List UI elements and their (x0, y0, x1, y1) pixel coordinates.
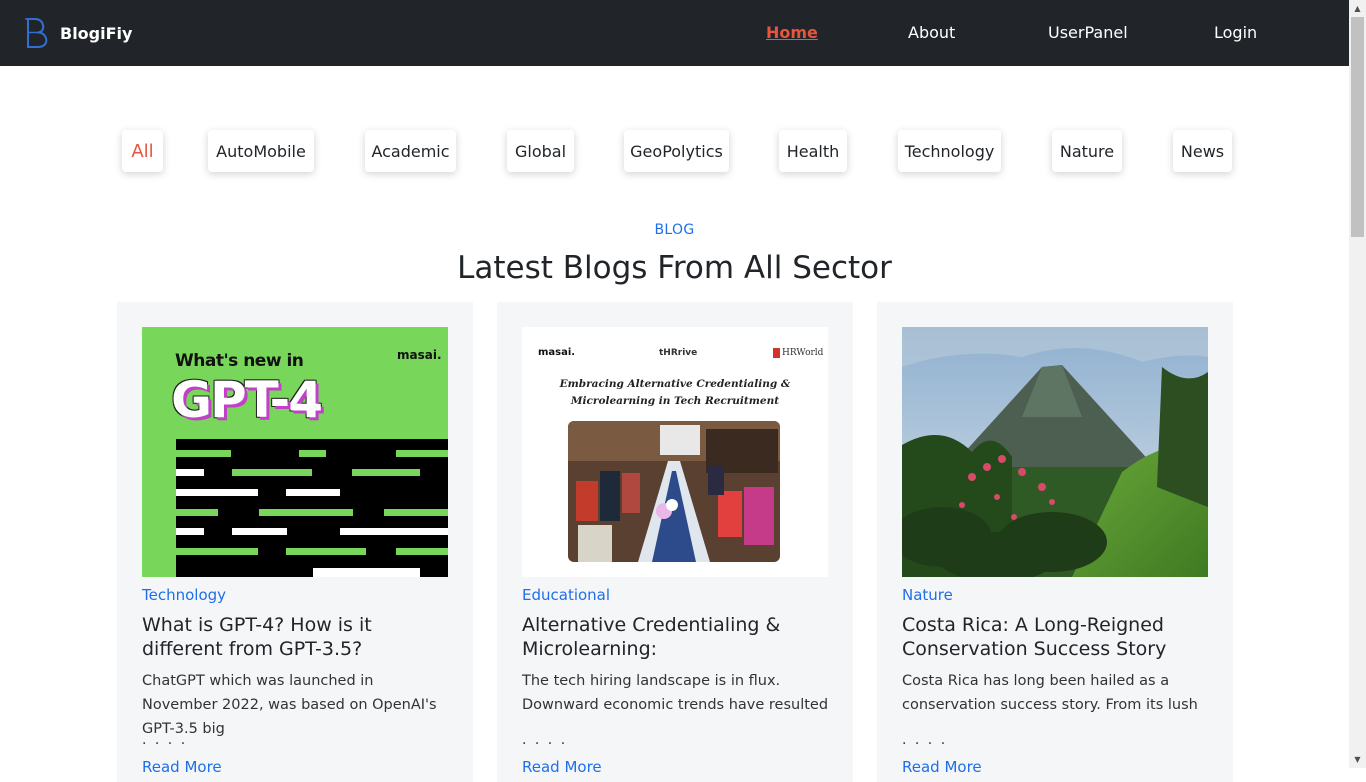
blog-card-ellipsis: . . . . (902, 732, 948, 748)
nav-links: Home About UserPanel Login (0, 0, 1349, 66)
nav-userpanel-link[interactable]: UserPanel (1048, 23, 1128, 42)
image-big-text: GPT-4 (171, 371, 323, 429)
page-scrollbar[interactable]: ▲ ▼ (1349, 0, 1366, 768)
blog-card: Nature Costa Rica: A Long-Reigned Conser… (877, 302, 1233, 782)
image-meeting-photo (568, 421, 780, 562)
blog-card-title[interactable]: Costa Rica: A Long-Reigned Conservation … (902, 613, 1208, 661)
category-technology-button[interactable]: Technology (898, 130, 1001, 172)
blog-card: masai. tHRrive HRWorld Embracing Alterna… (497, 302, 853, 782)
nav-about-link[interactable]: About (908, 23, 955, 42)
image-headline-1: Embracing Alternative Credentialing & (559, 378, 791, 390)
image-headline: What's new in (175, 351, 304, 371)
blog-card-ellipsis: . . . . (522, 732, 568, 748)
image-brand: masai. (397, 348, 442, 362)
category-geopolytics-button[interactable]: GeoPolytics (624, 130, 729, 172)
category-news-button[interactable]: News (1173, 130, 1232, 172)
blog-card-read-more-link[interactable]: Read More (902, 758, 982, 776)
category-nature-button[interactable]: Nature (1052, 130, 1122, 172)
blog-card-description: Costa Rica has long been hailed as a con… (902, 673, 1198, 713)
scroll-up-arrow-icon[interactable]: ▲ (1349, 0, 1366, 17)
blog-card-description: ChatGPT which was launched in November 2… (142, 673, 437, 737)
top-navbar: BlogiFiy Home About UserPanel Login (0, 0, 1349, 66)
blog-card-image-costa-rica[interactable] (902, 327, 1208, 577)
blog-card-read-more-link[interactable]: Read More (142, 758, 222, 776)
category-health-button[interactable]: Health (779, 130, 847, 172)
blog-card-title[interactable]: Alternative Credentialing & Microlearnin… (522, 613, 828, 661)
blog-card-category[interactable]: Technology (142, 586, 226, 604)
section-title: Latest Blogs From All Sector (457, 250, 892, 286)
nav-login-link[interactable]: Login (1214, 23, 1257, 42)
section-tag: BLOG (654, 222, 695, 238)
category-automobile-button[interactable]: AutoMobile (208, 130, 314, 172)
category-academic-button[interactable]: Academic (365, 130, 456, 172)
scroll-thumb[interactable] (1351, 17, 1364, 237)
image-logo-right: HRWorld (773, 348, 823, 358)
blog-card-image-credentialing[interactable]: masai. tHRrive HRWorld Embracing Alterna… (522, 327, 828, 577)
blog-card-description: The tech hiring landscape is in flux. Do… (522, 673, 829, 713)
blog-card-image-gpt4[interactable]: What's new in masai. GPT-4 (142, 327, 448, 577)
blog-card: What's new in masai. GPT-4 Technology Wh… (117, 302, 473, 782)
image-volcano-landscape (902, 327, 1208, 577)
blog-card-title[interactable]: What is GPT-4? How is it different from … (142, 613, 448, 661)
blog-card-category[interactable]: Nature (902, 586, 953, 604)
category-all-button[interactable]: All (122, 130, 163, 172)
category-global-button[interactable]: Global (507, 130, 574, 172)
image-headline-2: Microlearning in Tech Recruitment (570, 395, 780, 407)
blog-card-read-more-link[interactable]: Read More (522, 758, 602, 776)
image-logo-center: tHRrive (659, 348, 698, 358)
nav-home-link[interactable]: Home (766, 23, 818, 42)
blog-card-category[interactable]: Educational (522, 586, 610, 604)
scroll-down-arrow-icon[interactable]: ▼ (1349, 751, 1366, 768)
image-logo-left: masai. (538, 347, 576, 358)
image-code-pattern (176, 439, 448, 577)
blog-card-ellipsis: . . . . (142, 732, 188, 748)
